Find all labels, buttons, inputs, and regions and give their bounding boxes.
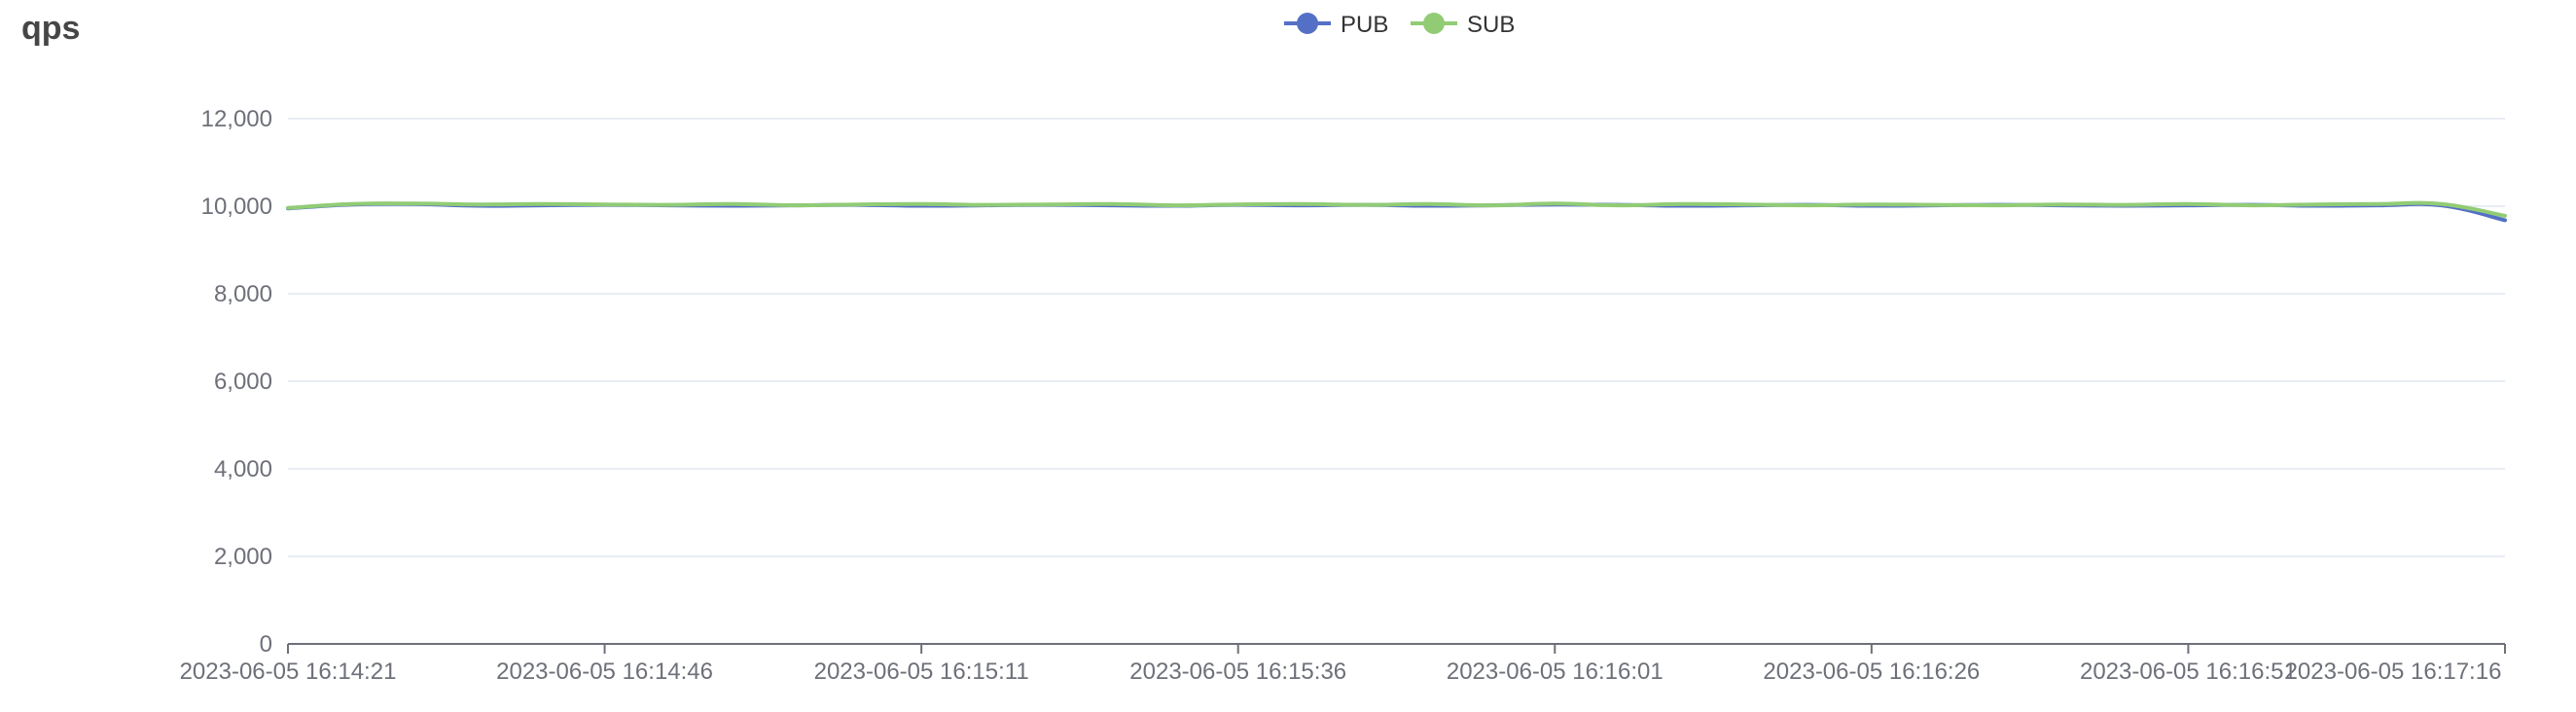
series-line-sub[interactable]	[286, 200, 2507, 218]
y-tick-label: 12,000	[201, 106, 272, 132]
legend-marker	[1423, 13, 1445, 34]
legend-label: SUB	[1467, 12, 1515, 38]
y-tick-label: 4,000	[214, 456, 272, 482]
legend-item-sub[interactable]: SUB	[1411, 12, 1515, 38]
y-tick-label: 6,000	[214, 369, 272, 395]
x-tick-label: 2023-06-05 16:15:36	[1129, 659, 1346, 685]
x-tick-label: 2023-06-05 16:16:01	[1447, 659, 1664, 685]
x-tick-label: 2023-06-05 16:16:51	[2080, 659, 2297, 685]
series-lines	[286, 200, 2507, 223]
y-tick-label: 8,000	[214, 281, 272, 307]
x-tick-label: 2023-06-05 16:17:16	[2285, 659, 2502, 685]
line-chart: 0 2,000 4,000 6,000 8,000 10,000 12,000 2023-0…	[180, 12, 2507, 685]
x-tick-label: 2023-06-05 16:15:11	[814, 659, 1029, 685]
x-axis: 2023-06-05 16:14:21 2023-06-05 16:14:46 20…	[180, 643, 2506, 685]
legend-marker	[1297, 13, 1318, 34]
legend[interactable]: PUB SUB	[1284, 12, 1515, 38]
x-tick-label: 2023-06-05 16:14:21	[180, 659, 397, 685]
x-tick-label: 2023-06-05 16:16:26	[1763, 659, 1980, 685]
y-tick-label: 0	[260, 631, 272, 658]
legend-label: PUB	[1341, 12, 1388, 38]
y-axis: 0 2,000 4,000 6,000 8,000 10,000 12,000	[201, 106, 272, 658]
y-tick-label: 10,000	[201, 194, 272, 220]
y-tick-label: 2,000	[214, 544, 272, 570]
x-tick-label: 2023-06-05 16:14:46	[496, 659, 713, 685]
legend-item-pub[interactable]: PUB	[1284, 12, 1388, 38]
grid-lines	[288, 118, 2505, 557]
